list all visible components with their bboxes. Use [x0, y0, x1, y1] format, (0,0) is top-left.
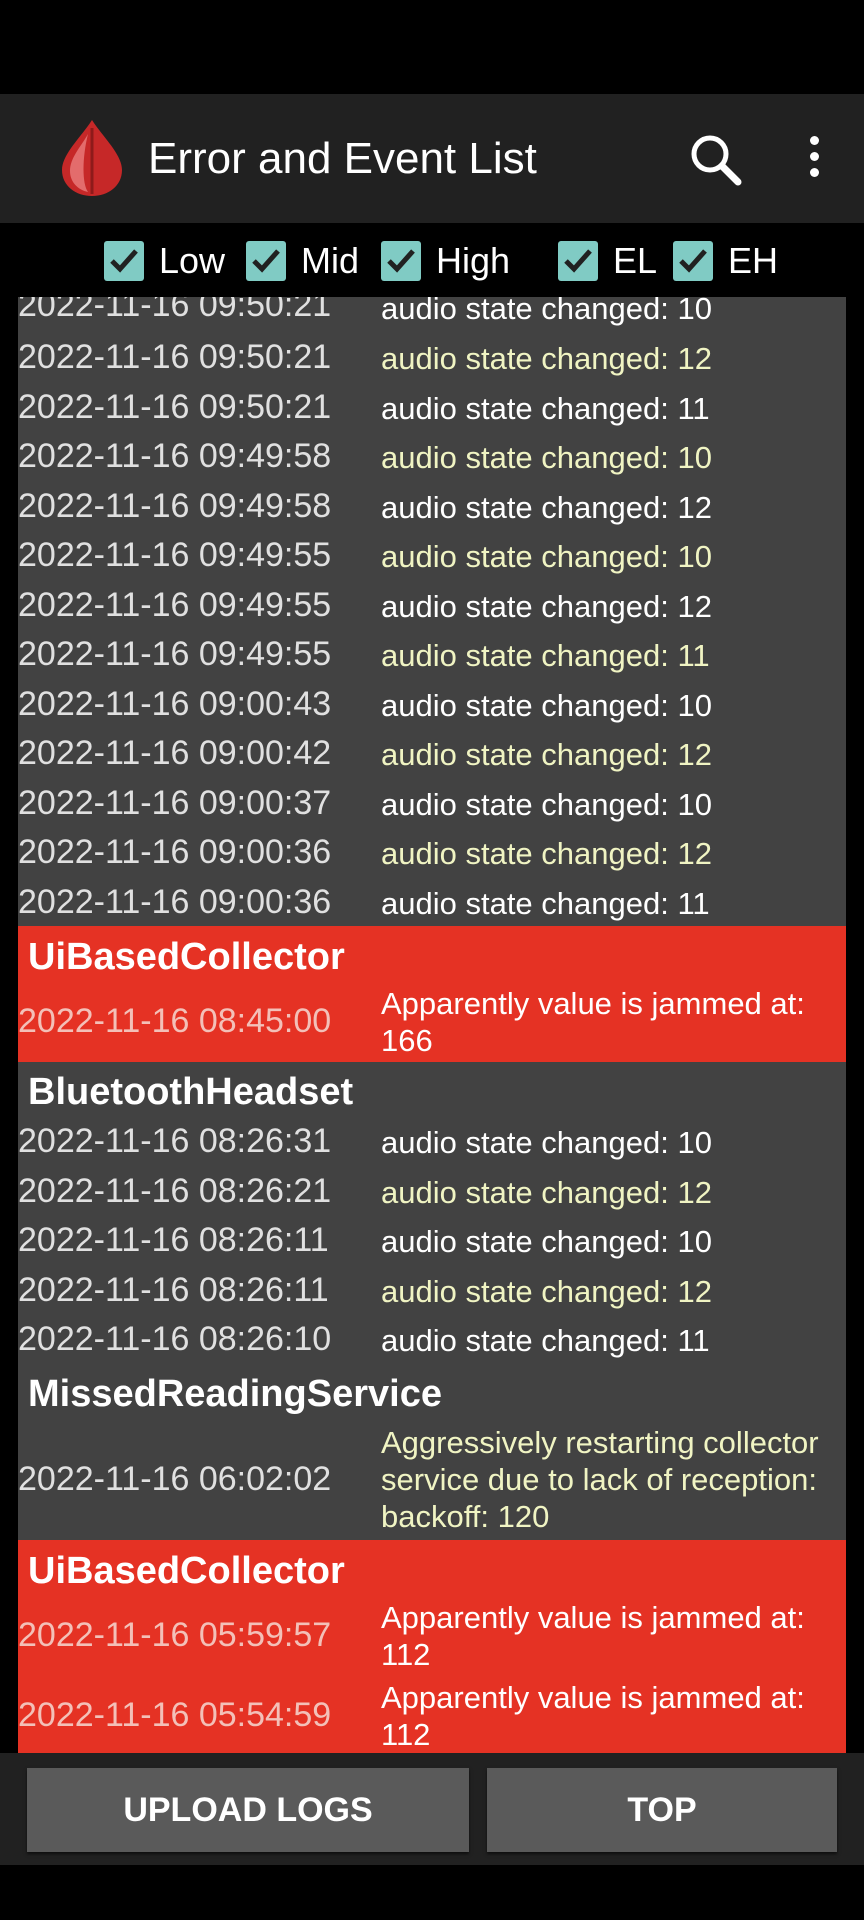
- event-message: Apparently value is jammed at: 112: [381, 1599, 805, 1672]
- event-message: audio state changed: 10: [381, 1224, 712, 1259]
- event-time: 2022-11-16 09:49:55: [18, 635, 332, 673]
- event-message: audio state changed: 12: [381, 836, 712, 871]
- event-time: 2022-11-16 09:50:21: [18, 387, 332, 426]
- event-time: 2022-11-16 09:00:36: [18, 833, 332, 871]
- event-time: 2022-11-16 08:26:10: [18, 1320, 332, 1358]
- list-item: 2022-11-16 09:00:36 audio state changed: …: [18, 827, 846, 877]
- event-time: 2022-11-16 09:00:36: [18, 882, 332, 921]
- checkbox-checked-icon[interactable]: [246, 241, 286, 281]
- list-item: 2022-11-16 08:26:31 audio state changed: …: [18, 1116, 846, 1166]
- checkbox-checked-icon[interactable]: [673, 241, 713, 281]
- list-item: 2022-11-16 09:00:42 audio state changed: …: [18, 728, 846, 778]
- event-message: audio state changed: 12: [381, 1273, 712, 1309]
- event-message: audio state changed: 10: [381, 440, 712, 475]
- event-time: 2022-11-16 08:26:11: [18, 1270, 329, 1309]
- event-list[interactable]: 2022-11-16 09:50:21 audio state changed:…: [18, 297, 846, 1753]
- list-item: 2022-11-16 09:49:55 audio state changed: …: [18, 580, 846, 630]
- list-item: 2022-11-16 05:59:57 Apparently value is …: [18, 1596, 846, 1676]
- event-message: audio state changed: 11: [381, 390, 710, 426]
- event-time: 2022-11-16 09:00:43: [18, 684, 332, 723]
- event-message: Apparently value is jammed at: 112: [381, 1679, 805, 1752]
- checkbox-checked-icon[interactable]: [381, 241, 421, 281]
- list-item: 2022-11-16 08:26:11 audio state changed: …: [18, 1265, 846, 1315]
- severity-filter-bar: Low Mid High EL EH: [0, 223, 864, 297]
- search-icon[interactable]: [688, 132, 744, 188]
- list-item: 2022-11-16 09:00:43 audio state changed: …: [18, 679, 846, 729]
- event-message: audio state changed: 12: [381, 1174, 712, 1210]
- list-item: 2022-11-16 09:49:55 audio state changed: …: [18, 530, 846, 580]
- event-time: 2022-11-16 08:26:21: [18, 1171, 332, 1210]
- group-header: MissedReadingService: [28, 1372, 442, 1415]
- event-message: audio state changed: 10: [381, 539, 712, 574]
- event-message: audio state changed: 10: [381, 1125, 712, 1160]
- event-message: audio state changed: 10: [381, 687, 712, 723]
- event-message: audio state changed: 11: [381, 638, 710, 673]
- blood-drop-icon: [58, 118, 126, 198]
- event-time: 2022-11-16 09:49:55: [18, 585, 332, 624]
- event-time: 2022-11-16 08:26:11: [18, 1221, 329, 1259]
- more-vert-icon[interactable]: [796, 130, 832, 190]
- event-message: Apparently value is jammed at: 166: [381, 986, 805, 1058]
- list-item: 2022-11-16 09:50:21 audio state changed: …: [18, 382, 846, 432]
- event-message: audio state changed: 11: [381, 885, 710, 921]
- event-time: 2022-11-16 09:00:42: [18, 734, 332, 772]
- list-item: 2022-11-16 08:45:00 Apparently value is …: [18, 982, 846, 1062]
- filter-mid[interactable]: Mid: [246, 239, 359, 283]
- event-message: audio state changed: 12: [381, 489, 712, 525]
- error-group: UiBasedCollector 2022-11-16 05:59:57 App…: [18, 1539, 846, 1754]
- event-time: 2022-11-16 06:02:02: [18, 1459, 332, 1498]
- filter-high[interactable]: High: [381, 239, 510, 283]
- list-item: 2022-11-16 08:26:10 audio state changed: …: [18, 1314, 846, 1364]
- event-time: 2022-11-16 09:00:37: [18, 783, 332, 822]
- error-group: UiBasedCollector 2022-11-16 08:45:00 App…: [18, 926, 846, 1062]
- page-title: Error and Event List: [148, 134, 537, 183]
- filter-label: High: [436, 240, 511, 281]
- list-item: 2022-11-16 09:49:58 audio state changed: …: [18, 431, 846, 481]
- list-item: 2022-11-16 09:50:21 audio state changed:…: [18, 297, 846, 332]
- top-button[interactable]: TOP: [487, 1768, 837, 1852]
- filter-low[interactable]: Low: [104, 239, 225, 283]
- event-time: 2022-11-16 09:49:58: [18, 437, 332, 475]
- list-item: 2022-11-16 09:00:36 audio state changed: …: [18, 877, 846, 927]
- event-time: 2022-11-16 08:26:31: [18, 1122, 332, 1160]
- filter-label: EL: [613, 240, 658, 281]
- group-header: UiBasedCollector: [28, 1549, 345, 1592]
- event-time: 2022-11-16 08:45:00: [18, 1002, 332, 1040]
- event-time: 2022-11-16 09:49:58: [18, 486, 332, 525]
- filter-el[interactable]: EL: [558, 239, 657, 283]
- event-message: audio state changed: 11: [381, 1323, 710, 1358]
- list-item: 2022-11-16 08:26:11 audio state changed: …: [18, 1215, 846, 1265]
- event-time: 2022-11-16 09:50:21: [18, 297, 332, 324]
- event-message: audio state changed: 10: [381, 786, 712, 822]
- filter-eh[interactable]: EH: [673, 239, 778, 283]
- bottom-button-bar: UPLOAD LOGS TOP: [0, 1753, 864, 1865]
- list-item: 2022-11-16 09:49:55 audio state changed: …: [18, 629, 846, 679]
- upload-logs-button[interactable]: UPLOAD LOGS: [27, 1768, 469, 1852]
- list-item: 2022-11-16 08:26:21 audio state changed: …: [18, 1166, 846, 1216]
- group-header: BluetoothHeadset: [28, 1071, 354, 1113]
- navigation-bar: [0, 1865, 864, 1920]
- event-message: audio state changed: 12: [381, 737, 712, 772]
- event-time: 2022-11-16 05:54:59: [18, 1695, 332, 1734]
- event-message: audio state changed: 12: [381, 588, 712, 624]
- event-time: 2022-11-16 05:59:57: [18, 1615, 332, 1654]
- event-message: Aggressively restarting collector servic…: [381, 1424, 819, 1534]
- list-item: 2022-11-16 05:54:59 Apparently value is …: [18, 1676, 846, 1754]
- event-time: 2022-11-16 09:50:21: [18, 338, 332, 376]
- filter-label: EH: [728, 240, 779, 281]
- status-bar: [0, 0, 864, 94]
- checkbox-checked-icon[interactable]: [104, 241, 144, 281]
- event-message: audio state changed: 12: [381, 341, 712, 376]
- event-time: 2022-11-16 09:49:55: [18, 536, 332, 574]
- checkbox-checked-icon[interactable]: [558, 241, 598, 281]
- event-message: audio state changed: 10: [381, 297, 712, 326]
- filter-label: Low: [159, 240, 226, 281]
- group-header: UiBasedCollector: [28, 936, 345, 978]
- list-item: 2022-11-16 09:50:21 audio state changed: …: [18, 332, 846, 382]
- list-item: 2022-11-16 06:02:02 Aggressively restart…: [18, 1420, 846, 1540]
- app-bar: Error and Event List: [0, 94, 864, 223]
- filter-label: Mid: [301, 240, 360, 281]
- list-item: 2022-11-16 09:00:37 audio state changed: …: [18, 778, 846, 828]
- list-item: 2022-11-16 09:49:58 audio state changed: …: [18, 481, 846, 531]
